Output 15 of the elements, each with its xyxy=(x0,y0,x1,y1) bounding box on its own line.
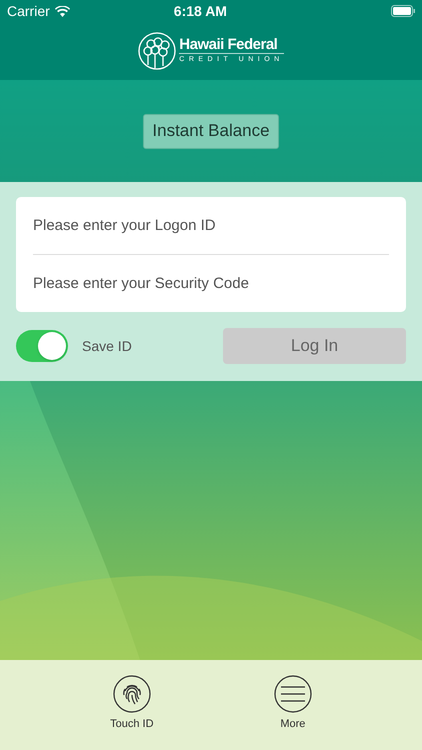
save-id-label: Save ID xyxy=(82,336,132,356)
tab-bar-item[interactable]: Touch ID xyxy=(110,675,154,732)
clock-text: 6:18 AM xyxy=(172,2,228,20)
instant-balance-button[interactable]: Instant Balance xyxy=(143,114,279,148)
fingerprint-icon xyxy=(112,675,151,713)
text-field[interactable]: Please enter your Security Code xyxy=(16,255,406,312)
save-id-toggle[interactable] xyxy=(16,330,68,362)
battery-icon xyxy=(391,5,415,17)
tab-bar-item[interactable]: More xyxy=(274,675,312,732)
carrier-text: Carrier xyxy=(7,2,50,20)
logo-icon xyxy=(138,32,176,70)
text-field[interactable]: Please enter your Logon ID xyxy=(16,197,406,254)
logo-name-text: Hawaii Federal xyxy=(179,36,284,54)
wifi-icon xyxy=(54,6,70,16)
menu-icon xyxy=(274,675,312,713)
